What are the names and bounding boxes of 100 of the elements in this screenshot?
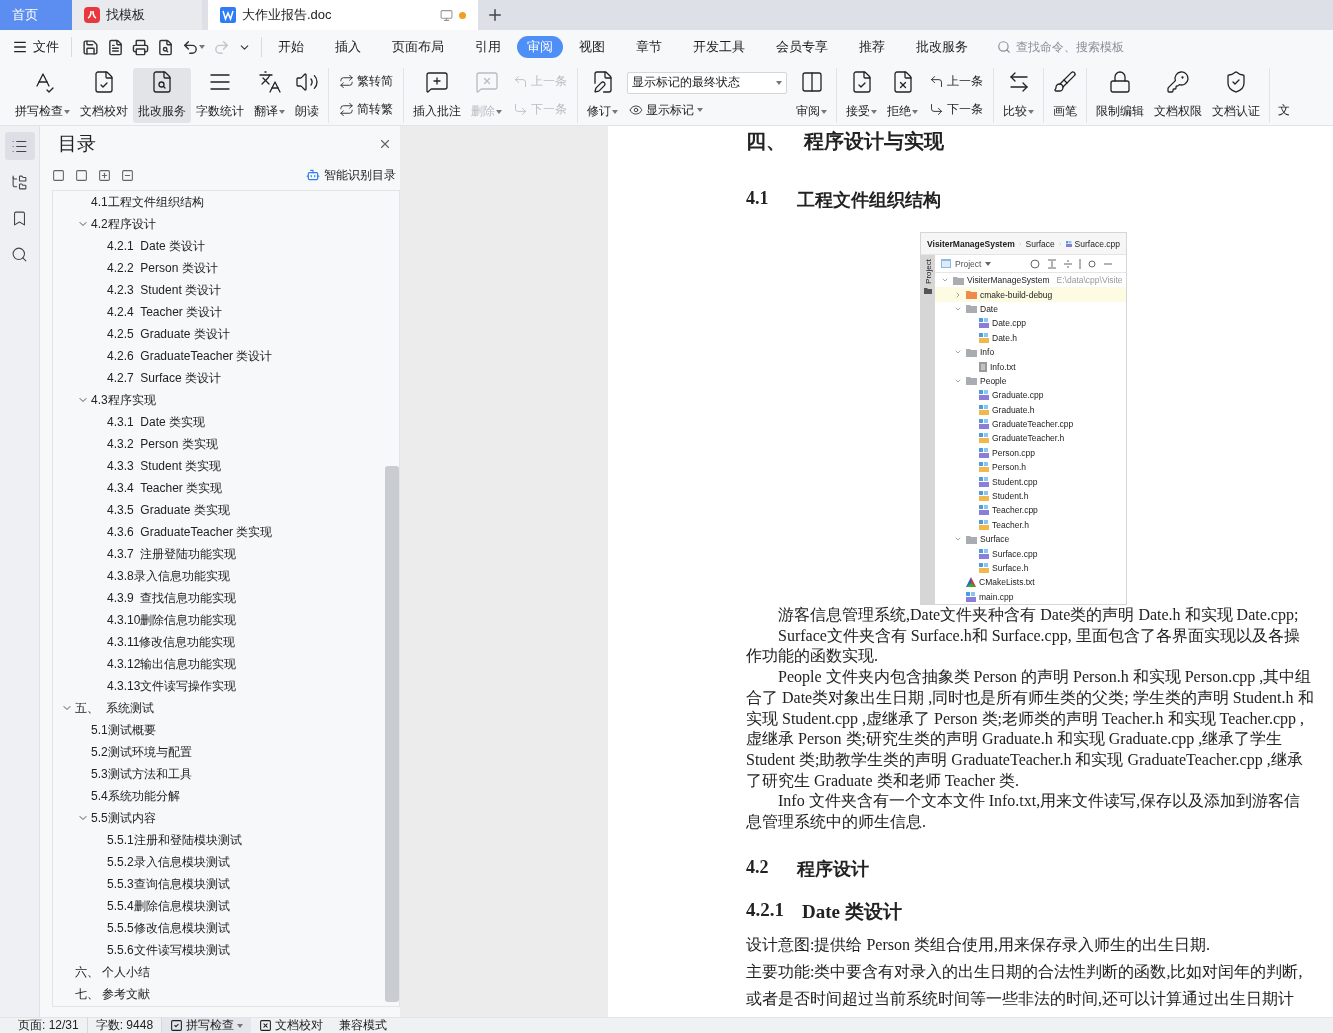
ribbon-tab[interactable]: 页面布局 — [382, 36, 454, 58]
toc-item[interactable]: 六、 个人小结 — [53, 961, 385, 983]
ribbon-tab[interactable]: 推荐 — [849, 36, 895, 58]
toc-item[interactable]: 5.5.6文件读写模块测试 — [53, 939, 385, 961]
robot-icon — [306, 168, 320, 182]
toc-item[interactable]: 4.2.2 Person 类设计 — [53, 257, 385, 279]
paragraph: 游客信息管理系统,Date文件夹种含有 Date类的声明 Date.h 和实现 Date.cpp; — [777, 605, 1300, 626]
ribbon-tab[interactable]: 章节 — [626, 36, 672, 58]
project-tree-item: GraduateTeacher.cpp — [935, 416, 1126, 432]
collapse-button[interactable] — [121, 168, 134, 182]
toc-item[interactable]: 4.3.3 Student 类实现 — [53, 455, 385, 477]
toc-item[interactable]: 5.1测试概要 — [53, 719, 385, 741]
toc-item[interactable]: 4.2.6 GraduateTeacher 类设计 — [53, 345, 385, 367]
toc-item[interactable]: 4.2.5 Graduate 类设计 — [53, 323, 385, 345]
toc-item[interactable]: 4.3.6 GraduateTeacher 类实现 — [53, 521, 385, 543]
toc-item[interactable]: 5.5.3查询信息模块测试 — [53, 873, 385, 895]
status-button[interactable]: 文档校对 — [251, 1017, 332, 1033]
ribbon-button[interactable]: 修订 — [582, 68, 623, 123]
outline-tab[interactable] — [4, 132, 35, 160]
cpp-file-icon — [979, 318, 989, 329]
expand-button[interactable] — [98, 168, 111, 182]
paragraph: 或者是否时间超过当前系统时间等一些非法的时间,还可以计算通过出生日期计 — [746, 988, 1295, 1009]
folder-icon — [924, 286, 932, 294]
smart-toc-link[interactable]: 智能识别目录 — [306, 166, 396, 184]
toc-item[interactable]: 4.3.10删除信息功能实现 — [53, 609, 385, 631]
ribbon-button-label[interactable]: 文 — [1274, 102, 1290, 123]
paragraph: 主要功能:类中要含有对录入的出生日期的合法性判断的函数,比如对闰年的判断, — [746, 961, 1304, 982]
search-icon — [11, 245, 28, 263]
toc-item[interactable]: 5.4系统功能分解 — [53, 785, 385, 807]
status-button[interactable]: 拼写检查 — [162, 1017, 252, 1033]
ribbon-tab[interactable]: 批改服务 — [906, 36, 978, 58]
collapse-all-button[interactable] — [52, 168, 65, 182]
toc-item[interactable]: 4.3.12输出信息功能实现 — [53, 653, 385, 675]
project-tree-item: Teacher.cpp — [935, 503, 1126, 518]
preview-icon — [157, 38, 174, 56]
close-button[interactable] — [378, 137, 392, 151]
toc-item[interactable]: 4.2.7 Surface 类设计 — [53, 367, 385, 389]
ribbon-button[interactable]: 翻译 — [249, 68, 290, 123]
toc-item[interactable]: 5.3测试方法和工具 — [53, 763, 385, 785]
ribbon-tab[interactable]: 视图 — [569, 36, 615, 58]
toc-item[interactable]: 4.3.5 Graduate 类实现 — [53, 499, 385, 521]
monitor-icon[interactable] — [440, 8, 453, 22]
ribbon-button[interactable]: 插入批注 — [408, 68, 466, 123]
toc-item[interactable]: 4.3.13文件读写操作实现 — [53, 675, 385, 697]
ribbon-small-button[interactable]: 简转繁 — [337, 99, 395, 119]
ribbon-button[interactable]: 朗读 — [290, 68, 324, 123]
toc-item[interactable]: 5.5.4删除信息模块测试 — [53, 895, 385, 917]
toc-item[interactable]: 五、 系统测试 — [53, 697, 385, 719]
ribbon-small-button[interactable]: 下一条 — [927, 99, 985, 119]
ribbon-button[interactable]: 文档认证 — [1207, 68, 1265, 123]
tab[interactable]: 找模板 — [72, 0, 202, 30]
toc-item[interactable]: 七、 参考文献 — [53, 983, 385, 1005]
project-tree-item: Date.h — [935, 330, 1126, 345]
project-tree-item: Date — [935, 301, 1126, 317]
status-button[interactable]: 兼容模式 — [331, 1017, 396, 1033]
scrollbar-thumb[interactable] — [385, 466, 399, 1002]
toc-item[interactable]: 4.2.3 Student 类设计 — [53, 279, 385, 301]
ribbon-button[interactable]: 画笔 — [1048, 68, 1082, 123]
toc-item[interactable]: 4.2程序设计 — [53, 213, 385, 235]
ribbon-button[interactable]: 比较 — [998, 68, 1039, 123]
toc-item[interactable]: 4.3.8录入信息功能实现 — [53, 565, 385, 587]
ribbon-tab[interactable]: 开发工具 — [683, 36, 755, 58]
toc-item[interactable]: 4.3.2 Person 类实现 — [53, 433, 385, 455]
ribbon-button[interactable]: 接受 — [841, 68, 882, 123]
markup-view-dropdown[interactable]: 显示标记的最终状态 — [627, 71, 787, 94]
ribbon-small-button[interactable]: 繁转简 — [337, 72, 395, 92]
toc-item[interactable]: 4.1工程文件组织结构 — [53, 191, 385, 213]
ribbon-tab[interactable]: 开始 — [268, 36, 314, 58]
project-tree-item: Person.cpp — [935, 445, 1126, 461]
ribbon-button[interactable]: 文档权限 — [1149, 68, 1207, 123]
toc-item[interactable]: 4.3.11修改信息功能实现 — [53, 631, 385, 653]
command-search-field[interactable]: 查找命令、搜索模板 — [997, 39, 1154, 55]
toc-item[interactable]: 4.3.1 Date 类实现 — [53, 411, 385, 433]
ribbon-button[interactable]: 字数统计 — [191, 68, 249, 123]
ribbon-button[interactable]: 批改服务 — [133, 68, 191, 123]
toc-item[interactable]: 4.2.1 Date 类设计 — [53, 235, 385, 257]
ribbon-tab[interactable]: 会员专享 — [766, 36, 838, 58]
toc-item[interactable]: 4.3.7 注册登陆功能实现 — [53, 543, 385, 565]
ribbon-button[interactable]: 文档校对 — [75, 68, 133, 123]
tab[interactable]: 大作业报告.doc — [208, 0, 478, 30]
ribbon-button[interactable]: 限制编辑 — [1091, 68, 1149, 123]
file-menu-button[interactable]: 文件 — [12, 38, 65, 56]
toc-item[interactable]: 5.2测试环境与配置 — [53, 741, 385, 763]
expand-up-button[interactable] — [75, 168, 88, 182]
show-markup-button[interactable]: 显示标记 — [627, 100, 787, 120]
ribbon-button[interactable]: 审阅 — [791, 68, 832, 123]
toc-item[interactable]: 4.2.4 Teacher 类设计 — [53, 301, 385, 323]
ribbon-tab[interactable]: 插入 — [325, 36, 371, 58]
toc-item[interactable]: 5.5.2录入信息模块测试 — [53, 851, 385, 873]
ribbon-tab[interactable]: 引用 — [465, 36, 511, 58]
toc-item[interactable]: 4.3.9 查找信息功能实现 — [53, 587, 385, 609]
toc-item[interactable]: 5.5.1注册和登陆模块测试 — [53, 829, 385, 851]
ribbon-small-button[interactable]: 上一条 — [927, 72, 985, 92]
ribbon-button[interactable]: 拒绝 — [882, 68, 923, 123]
paragraph: 设计意图:提供给 Person 类组合使用,用来保存录入师生的出生日期. — [746, 934, 1211, 955]
toc-item[interactable]: 5.5测试内容 — [53, 807, 385, 829]
toc-item[interactable]: 4.3.4 Teacher 类实现 — [53, 477, 385, 499]
toc-item[interactable]: 5.5.5修改信息模块测试 — [53, 917, 385, 939]
toc-item[interactable]: 4.3程序实现 — [53, 389, 385, 411]
ribbon-button[interactable]: 拼写检查 — [10, 68, 75, 123]
